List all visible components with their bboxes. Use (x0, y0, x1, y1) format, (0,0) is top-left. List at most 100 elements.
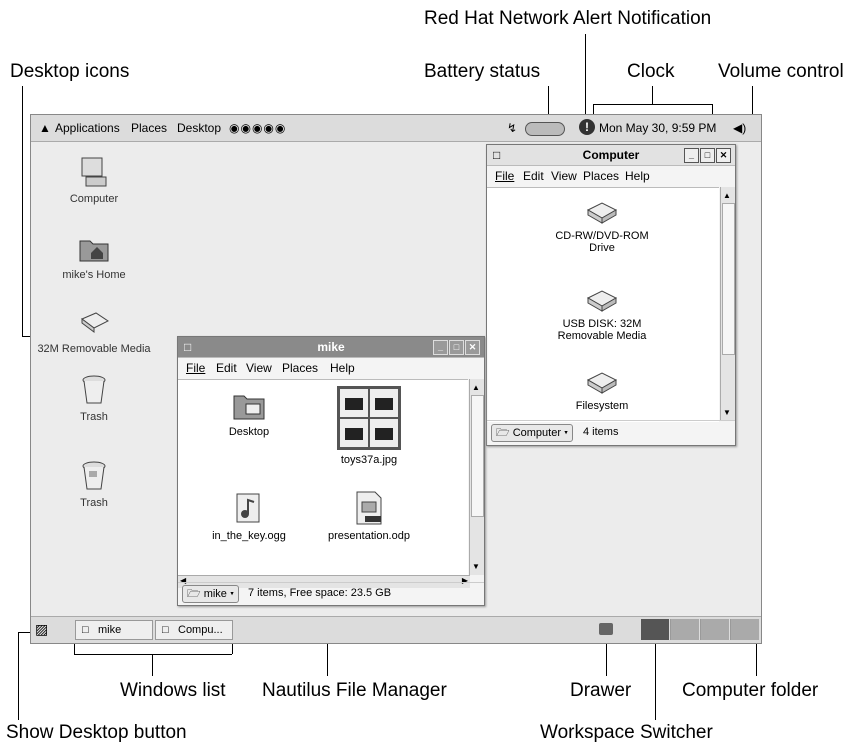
workspace-1[interactable] (641, 619, 670, 640)
menu-file[interactable]: File (186, 361, 205, 375)
scroll-down-icon[interactable]: ▼ (723, 408, 731, 417)
scroll-down-icon[interactable]: ▼ (472, 562, 480, 571)
show-desktop-icon[interactable]: ▨ (35, 621, 48, 638)
file-item[interactable]: Desktop (184, 390, 314, 438)
computer-window: □ Computer _ □ ✕ File Edit View Places H… (486, 144, 736, 446)
desktop-icon-trash[interactable]: Trash (39, 373, 149, 423)
launcher-icons[interactable]: ◉◉◉◉◉ (229, 121, 286, 135)
callout-clock: Clock (627, 61, 675, 82)
file-label: presentation.odp (328, 530, 410, 542)
close-button[interactable]: ✕ (716, 148, 731, 163)
volume-icon[interactable]: ◀) (733, 121, 746, 135)
computer-icon (81, 157, 107, 187)
task-label: Compu... (178, 624, 223, 636)
file-item[interactable]: presentation.odp (304, 490, 434, 542)
task-label: mike (98, 624, 122, 636)
file-label: USB DISK: 32M Removable Media (537, 318, 667, 342)
menu-places[interactable]: Places (282, 361, 318, 375)
menu-view[interactable]: View (246, 361, 272, 375)
menu-edit[interactable]: Edit (216, 361, 237, 375)
callout-battery-status: Battery status (424, 61, 541, 82)
file-item[interactable]: in_the_key.ogg (184, 490, 314, 542)
callout-windows-list: Windows list (120, 680, 226, 701)
computer-window-menubar: File Edit View Places Help (487, 166, 735, 186)
scroll-up-icon[interactable]: ▲ (723, 191, 731, 200)
menu-view[interactable]: View (551, 169, 577, 183)
callout-drawer: Drawer (570, 680, 632, 701)
menu-applications[interactable]: Applications (55, 121, 120, 135)
callout-red-hat-network: Red Hat Network Alert Notification (424, 8, 712, 29)
leader-line (152, 654, 153, 676)
location-button[interactable]: 🗁 mike ▾ (182, 585, 240, 603)
battery-status-icon[interactable] (525, 122, 565, 136)
close-button[interactable]: ✕ (465, 340, 480, 355)
mike-window-content: Desktop toys37a.jpg in_the_key.ogg prese… (178, 379, 468, 576)
audio-file-icon (236, 493, 260, 523)
computer-window-titlebar[interactable]: □ Computer _ □ ✕ (487, 145, 735, 166)
maximize-button[interactable]: □ (700, 148, 715, 163)
mike-window-statusbar: 🗁 mike ▾ 7 items, Free space: 23.5 GB (178, 582, 484, 605)
clock[interactable]: Mon May 30, 9:59 PM (599, 121, 716, 135)
location-label: mike (203, 588, 227, 600)
leader-line (22, 86, 23, 336)
file-label: Desktop (228, 426, 270, 438)
desktop-folder-icon (233, 395, 265, 420)
window-title: mike (317, 340, 345, 354)
alert-notification-icon[interactable]: ! (579, 119, 595, 135)
mike-window-titlebar[interactable]: □ mike _ □ ✕ (178, 337, 484, 358)
trash-full-icon (82, 461, 106, 490)
menu-help[interactable]: Help (625, 169, 650, 183)
window-icon: □ (82, 624, 89, 636)
vertical-scrollbar[interactable]: ▲ ▼ (469, 379, 484, 575)
menu-help[interactable]: Help (330, 361, 355, 375)
callout-workspace-switcher: Workspace Switcher (540, 722, 713, 743)
bottom-panel: ▨ □ mike □ Compu... (31, 616, 761, 643)
desktop-icon-label: mike's Home (62, 269, 126, 281)
workspace-2[interactable] (671, 619, 700, 640)
menu-places[interactable]: Places (131, 121, 167, 135)
file-item[interactable]: toys37a.jpg (304, 386, 434, 466)
scrollbar-thumb[interactable] (471, 395, 484, 517)
task-button-computer[interactable]: □ Compu... (155, 620, 233, 640)
task-button-mike[interactable]: □ mike (75, 620, 153, 640)
menu-places[interactable]: Places (583, 169, 619, 183)
minimize-button[interactable]: _ (684, 148, 699, 163)
workspace-4[interactable] (731, 619, 759, 640)
minimize-button[interactable]: _ (433, 340, 448, 355)
desktop-icon-label: 32M Removable Media (37, 343, 151, 355)
desktop-icon-removable-media[interactable]: 32M Removable Media (31, 305, 157, 355)
desktop-icon-trash-full[interactable]: Trash (39, 459, 149, 509)
redhat-logo-icon[interactable]: ▲ (39, 121, 51, 135)
menu-desktop[interactable]: Desktop (177, 121, 221, 135)
file-label-text: USB DISK: 32M Removable Media (557, 318, 647, 342)
callout-computer-folder: Computer folder (682, 680, 819, 701)
leader-line (585, 34, 586, 124)
callout-show-desktop: Show Desktop button (6, 722, 187, 743)
vertical-scrollbar[interactable]: ▲ ▼ (720, 187, 735, 421)
workspace-switcher[interactable] (641, 619, 759, 640)
power-plug-icon: ↯ (507, 121, 518, 135)
scroll-up-icon[interactable]: ▲ (472, 383, 480, 392)
desktop-icon-label: Trash (80, 411, 108, 423)
presentation-file-icon (356, 491, 382, 525)
top-panel: ▲ Applications Places Desktop ◉◉◉◉◉ ↯ ! … (31, 115, 761, 142)
trash-icon (82, 375, 106, 404)
menu-file[interactable]: File (495, 169, 514, 183)
desktop-icon-home[interactable]: mike's Home (39, 231, 149, 281)
file-label: CD-RW/DVD-ROM Drive (537, 230, 667, 254)
file-label: Filesystem (575, 400, 629, 412)
menu-edit[interactable]: Edit (523, 169, 544, 183)
status-text: 4 items (583, 426, 619, 438)
desktop-icon-label: Computer (69, 193, 119, 205)
computer-window-statusbar: 🗁 Computer ▾ 4 items (487, 420, 735, 445)
scrollbar-thumb[interactable] (722, 203, 735, 355)
location-button[interactable]: 🗁 Computer ▾ (491, 424, 574, 442)
workspace-3[interactable] (701, 619, 730, 640)
file-item[interactable]: CD-RW/DVD-ROM Drive (537, 200, 667, 254)
drawer-icon[interactable] (599, 623, 613, 635)
maximize-button[interactable]: □ (449, 340, 464, 355)
desktop-icon-computer[interactable]: Computer (39, 155, 149, 205)
file-item[interactable]: USB DISK: 32M Removable Media (537, 288, 667, 342)
file-item[interactable]: Filesystem (537, 370, 667, 412)
removable-media-icon (81, 312, 109, 333)
